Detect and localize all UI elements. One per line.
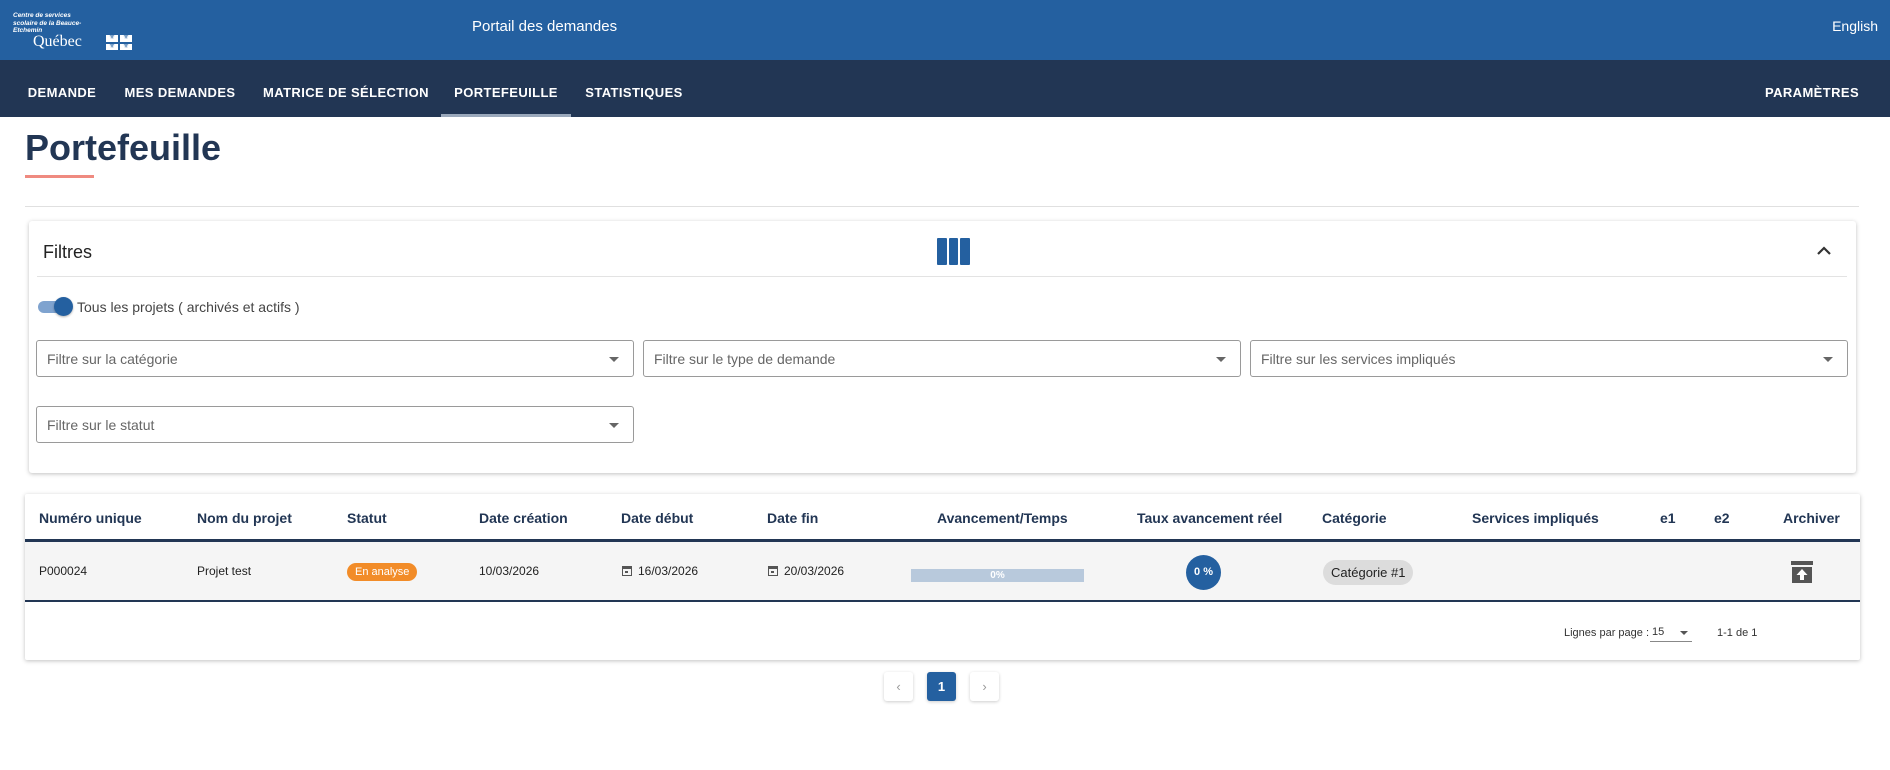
dropdown-arrow-icon	[609, 423, 619, 428]
table-row[interactable]: P000024 Projet test En analyse 10/03/202…	[25, 542, 1860, 602]
dropdown-arrow-icon	[1823, 357, 1833, 362]
column-header[interactable]: Avancement/Temps	[937, 510, 1068, 526]
archived-toggle[interactable]	[38, 297, 73, 317]
column-header[interactable]: Archiver	[1783, 510, 1840, 526]
unarchive-icon[interactable]	[1790, 560, 1814, 584]
status-filter-placeholder: Filtre sur le statut	[47, 417, 155, 433]
project-number: P000024	[39, 564, 88, 578]
rows-per-page-label: Lignes par page :	[1564, 627, 1650, 639]
view-columns-icon[interactable]	[937, 238, 971, 265]
logo-text: Québec	[33, 33, 82, 50]
language-toggle[interactable]: English	[1832, 18, 1878, 34]
calendar-icon	[622, 566, 632, 576]
status-badge: En analyse	[347, 563, 418, 581]
tab-parametres[interactable]: PARAMÈTRES	[1757, 60, 1867, 117]
page-title: Portefeuille	[25, 127, 222, 168]
category-filter-placeholder: Filtre sur la catégorie	[47, 351, 178, 367]
dropdown-arrow-icon	[1216, 357, 1226, 362]
quebec-logo[interactable]: Centre de services scolaire de la Beauce…	[13, 12, 132, 52]
column-header[interactable]: Catégorie	[1322, 510, 1387, 526]
tab-mes-demandes[interactable]: MES DEMANDES	[116, 60, 244, 117]
request-type-filter-placeholder: Filtre sur le type de demande	[654, 351, 836, 367]
tab-demande[interactable]: DEMANDE	[16, 60, 108, 117]
progress-label: 0%	[990, 570, 1005, 581]
column-header[interactable]: Numéro unique	[39, 510, 142, 526]
title-underline	[25, 175, 94, 178]
rows-per-page-select[interactable]: 15	[1650, 618, 1692, 642]
divider	[37, 276, 1847, 277]
services-filter-placeholder: Filtre sur les services impliqués	[1261, 351, 1456, 367]
request-type-filter[interactable]: Filtre sur le type de demande	[643, 340, 1241, 377]
start-date-value: 16/03/2026	[638, 564, 699, 578]
column-header[interactable]: Date fin	[767, 510, 818, 526]
created-date: 10/03/2026	[479, 564, 540, 578]
page-button-current[interactable]: 1	[927, 672, 956, 701]
fleur-de-lis-icon: ⚜ ⚜ ⚜ ⚜	[106, 34, 132, 50]
column-header[interactable]: Date début	[621, 510, 693, 526]
rows-per-page-value: 15	[1652, 626, 1665, 638]
start-date: 16/03/2026	[622, 564, 698, 578]
progress-bar: 0%	[911, 569, 1084, 582]
filters-panel: Filtres Tous les projets ( archivés et a…	[29, 221, 1856, 473]
previous-page-button[interactable]: ‹	[884, 672, 913, 701]
tab-matrice-selection[interactable]: MATRICE DE SÉLECTION	[254, 60, 438, 117]
column-header[interactable]: Services impliqués	[1472, 510, 1599, 526]
end-date-value: 20/03/2026	[784, 564, 845, 578]
calendar-icon	[768, 566, 778, 576]
status-filter[interactable]: Filtre sur le statut	[36, 406, 634, 443]
top-header: Centre de services scolaire de la Beauce…	[0, 0, 1890, 60]
column-header[interactable]: e1	[1660, 510, 1676, 526]
main-nav: DEMANDE MES DEMANDES MATRICE DE SÉLECTIO…	[0, 60, 1890, 117]
tab-portefeuille[interactable]: PORTEFEUILLE	[441, 60, 571, 117]
category-chip: Catégorie #1	[1323, 560, 1414, 585]
project-name: Projet test	[197, 564, 252, 578]
projects-table: Numéro unique Nom du projet Statut Date …	[25, 494, 1860, 660]
tab-statistiques[interactable]: STATISTIQUES	[579, 60, 689, 117]
next-page-button[interactable]: ›	[970, 672, 999, 701]
category-filter[interactable]: Filtre sur la catégorie	[36, 340, 634, 377]
dropdown-arrow-icon	[1680, 631, 1688, 635]
column-header[interactable]: Date création	[479, 510, 568, 526]
real-progress-rate: 0 %	[1186, 555, 1221, 590]
services-filter[interactable]: Filtre sur les services impliqués	[1250, 340, 1848, 377]
column-header[interactable]: Taux avancement réel	[1137, 510, 1282, 526]
table-header: Numéro unique Nom du projet Statut Date …	[25, 494, 1860, 542]
dropdown-arrow-icon	[609, 357, 619, 362]
column-header[interactable]: e2	[1714, 510, 1730, 526]
chevron-up-icon[interactable]	[1812, 239, 1836, 263]
range-label: 1-1 de 1	[1717, 627, 1758, 639]
end-date: 20/03/2026	[768, 564, 844, 578]
column-header[interactable]: Nom du projet	[197, 510, 292, 526]
filters-title: Filtres	[43, 242, 92, 262]
portal-title: Portail des demandes	[472, 18, 618, 35]
archived-toggle-label: Tous les projets ( archivés et actifs )	[77, 299, 300, 315]
org-name: Centre de services scolaire de la Beauce…	[13, 12, 82, 34]
divider	[25, 206, 1859, 207]
column-header[interactable]: Statut	[347, 510, 387, 526]
